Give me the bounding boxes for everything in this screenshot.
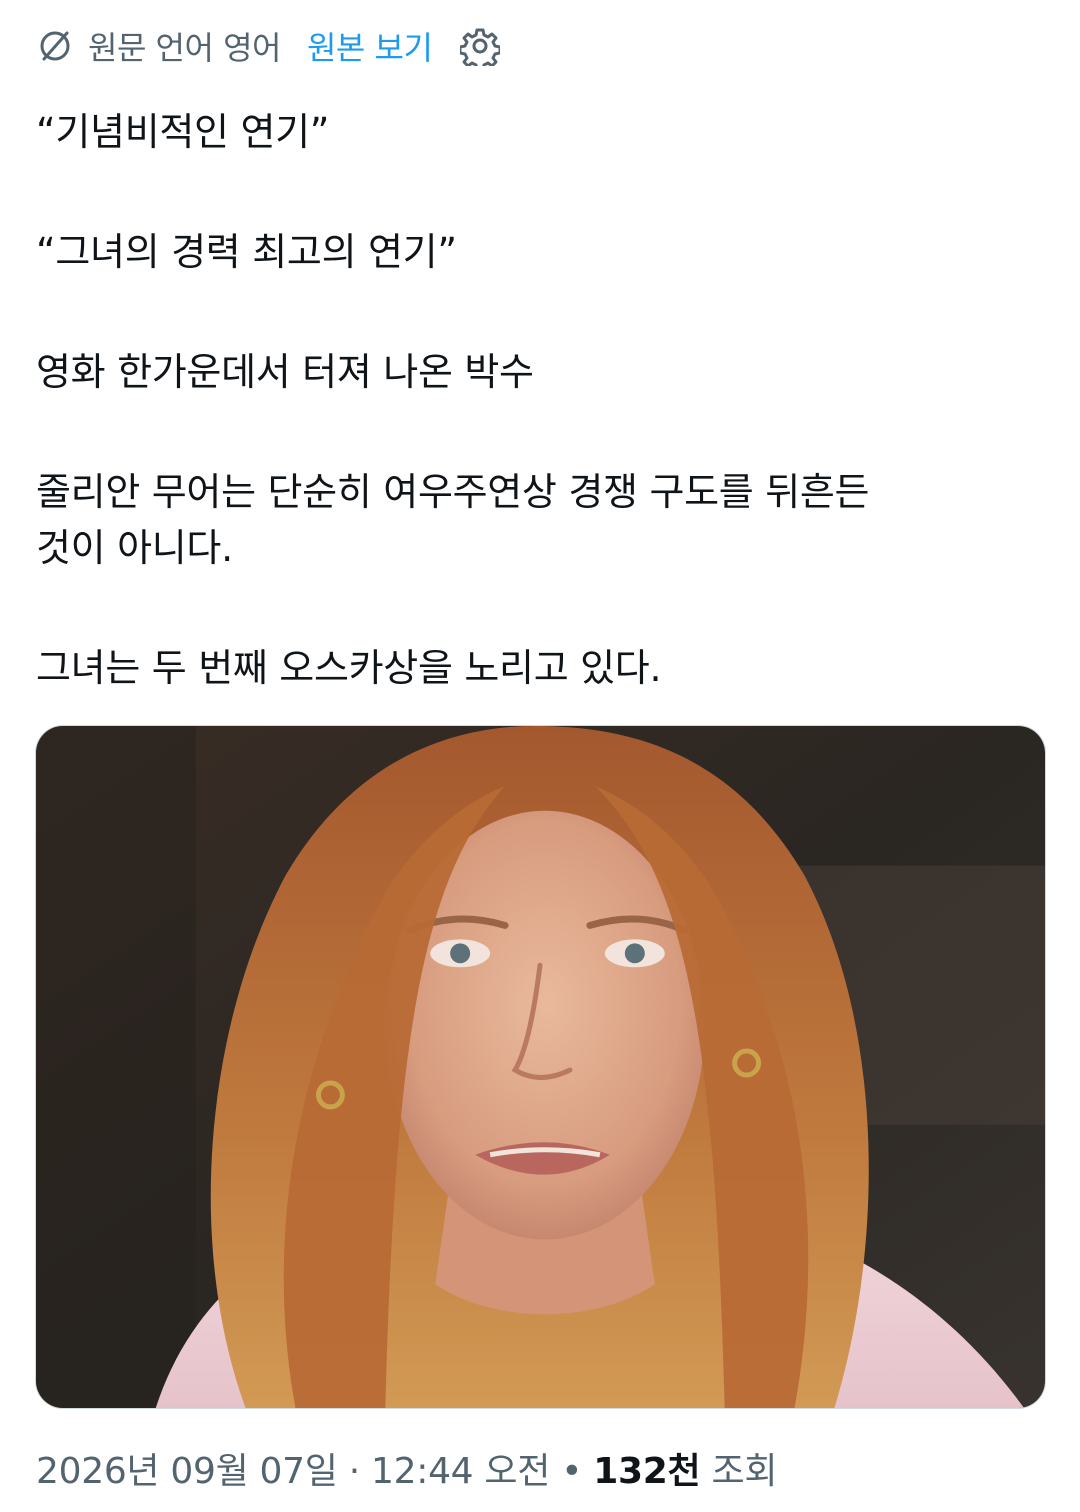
tweet-photo[interactable] [35,725,1046,1409]
tweet-paragraph: 영화 한가운데서 터져 나온 박수 [36,350,534,394]
tweet-text: “기념비적인 연기” “그녀의 경력 최고의 연기” 영화 한가운데서 터져 나… [36,104,1046,696]
bullet-separator: • [550,1451,594,1492]
tweet-metadata: 2026년 09월 07일 · 12:44 오전 • 132천 조회 [36,1442,777,1494]
tweet-paragraph: “기념비적인 연기” [36,110,330,154]
tweet-paragraph: 줄리안 무어는 단순히 여우주연상 경쟁 구도를 뒤흔든 [36,470,870,514]
translation-bar: 원문 언어 영어 원본 보기 [36,22,502,72]
tweet-paragraph: 그녀는 두 번째 오스카상을 노리고 있다. [36,646,662,690]
views-count[interactable]: 132천 [593,1451,700,1492]
tweet-paragraph: 것이 아니다. [36,526,233,570]
separator-dot: · [337,1451,372,1492]
show-original-link[interactable]: 원본 보기 [307,23,433,69]
photo-illustration [36,726,1045,1408]
tweet-time[interactable]: 12:44 오전 [371,1451,550,1492]
views-label: 조회 [700,1451,778,1492]
translate-globe-icon [36,27,74,65]
tweet-paragraph: “그녀의 경력 최고의 연기” [36,230,457,274]
tweet-date[interactable]: 2026년 09월 07일 [36,1451,338,1492]
gear-icon[interactable] [458,26,502,72]
source-language-text: 원문 언어 영어 [88,29,281,67]
